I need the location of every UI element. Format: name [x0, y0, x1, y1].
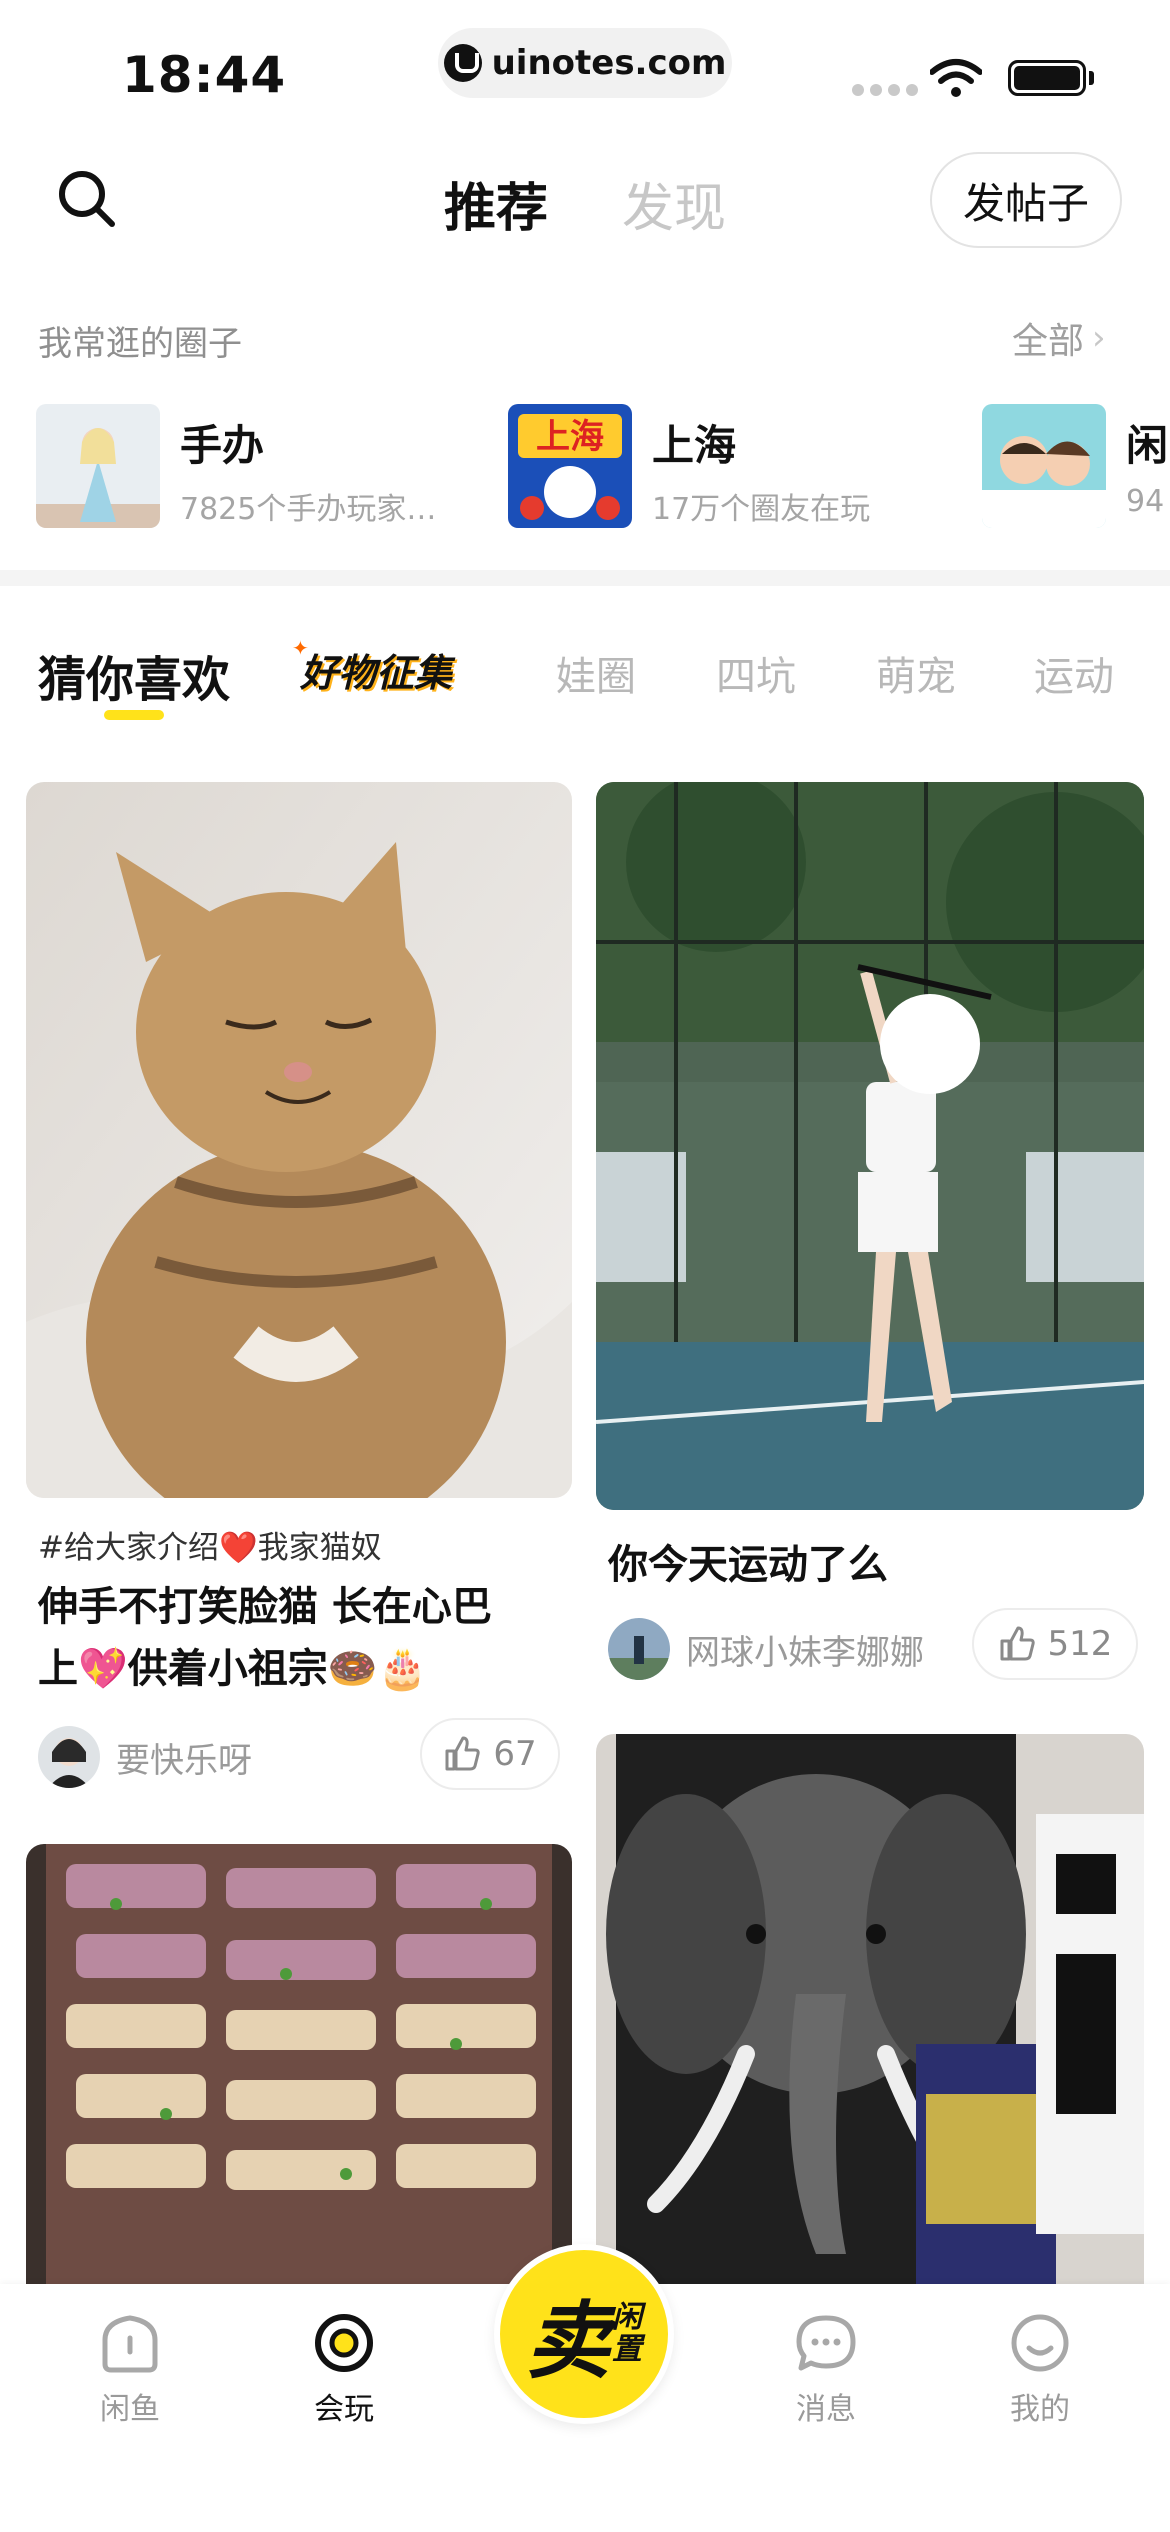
card-author[interactable]: 要快乐呀 — [38, 1726, 252, 1788]
like-count: 512 — [1047, 1624, 1113, 1664]
card-image-cat — [26, 782, 572, 1498]
card-title: 伸手不打笑脸猫 长在心巴 上💖供着小祖宗🍩🎂 — [38, 1576, 568, 1700]
url-text: uinotes.com — [491, 43, 727, 83]
circle-sub: 17万个圈友在玩 — [652, 492, 871, 527]
site-logo-icon — [443, 44, 482, 82]
status-time: 18:44 — [122, 46, 287, 104]
circle-sub: 7825个手办玩家… — [180, 492, 437, 527]
sell-side-char: 闲 — [612, 2300, 642, 2335]
circle-thumb-figure — [36, 404, 160, 528]
circle-thumb-couple — [982, 404, 1106, 528]
card-topic-tag[interactable]: #给大家介绍❤️我家猫奴 — [38, 1522, 382, 1567]
feed-card[interactable] — [26, 1844, 572, 2344]
target-icon — [315, 2314, 373, 2372]
circle-name: 闲 — [1126, 421, 1169, 470]
avatar — [38, 1726, 100, 1788]
nav-item-messages[interactable]: 消息 — [766, 2310, 886, 2428]
sell-button[interactable]: 卖 闲 置 — [494, 2244, 674, 2424]
like-button[interactable]: 512 — [972, 1608, 1138, 1680]
tab-category[interactable]: 运动 — [1034, 644, 1114, 702]
url-pill[interactable]: uinotes.com — [438, 28, 732, 98]
circles-section-title: 我常逛的圈子 — [38, 324, 242, 364]
nav-item-play[interactable]: 会玩 — [284, 2310, 404, 2428]
card-title-line: 上💖供着小祖宗🍩🎂 — [38, 1646, 428, 1692]
battery-icon — [1008, 60, 1086, 96]
status-bar: 18:44 uinotes.com — [0, 0, 1170, 120]
thumbs-up-icon — [1000, 1626, 1035, 1661]
tab-category[interactable]: 娃圈 — [556, 644, 636, 702]
category-tabs: 猜你喜欢 ✦ 好物征集 娃圈 四坑 萌宠 运动 — [0, 630, 1170, 730]
message-icon — [796, 2315, 856, 2371]
thumbs-up-icon — [445, 1736, 481, 1771]
svg-text:上海: 上海 — [536, 417, 604, 457]
top-header: 推荐 发现 发帖子 — [0, 140, 1170, 260]
tab-recommend[interactable]: 推荐 — [444, 166, 548, 241]
card-title-line: 你今天运动了么 — [608, 1542, 888, 1588]
circle-name: 手办 — [180, 421, 265, 470]
bottom-navigation: 闲鱼 会玩 卖 闲 置 消息 我的 — [0, 2244, 1170, 2532]
feed-card[interactable]: #给大家介绍❤️我家猫奴 伸手不打笑脸猫 长在心巴 上💖供着小祖宗🍩🎂 要快乐呀… — [26, 782, 572, 1802]
card-image-tennis — [596, 782, 1144, 1510]
tab-category[interactable]: 四坑 — [716, 644, 796, 702]
circles-row: 手办 7825个手办玩家… 上海 上海 17万个圈友在玩 闲 94 — [0, 404, 1170, 534]
tab-guess-you-like[interactable]: 猜你喜欢 — [38, 640, 230, 710]
all-link-label: 全部 — [1012, 321, 1085, 362]
nav-item-home[interactable]: 闲鱼 — [70, 2310, 190, 2428]
post-button[interactable]: 发帖子 — [930, 152, 1122, 248]
circle-name: 上海 — [652, 421, 737, 470]
nav-label: 闲鱼 — [100, 2392, 160, 2427]
home-icon — [102, 2315, 158, 2373]
author-name: 网球小妹李娜娜 — [686, 1632, 924, 1673]
nav-label: 我的 — [1010, 2392, 1070, 2427]
chevron-right-icon: › — [1092, 318, 1106, 358]
circle-item-figures[interactable]: 手办 7825个手办玩家… — [36, 404, 476, 530]
like-button[interactable]: 67 — [420, 1718, 560, 1790]
circle-item-shanghai[interactable]: 上海 上海 17万个圈友在玩 — [508, 404, 948, 530]
all-circles-link[interactable]: 全部 › — [1012, 312, 1106, 364]
battery-cap — [1089, 71, 1094, 85]
circle-thumb-shanghai: 上海 — [508, 404, 632, 528]
tab-category[interactable]: 萌宠 — [876, 644, 956, 702]
sell-side-char: 置 — [612, 2332, 642, 2367]
feed-card[interactable]: 你今天运动了么 网球小妹李娜娜 512 — [596, 782, 1144, 1702]
sell-main-label: 卖 — [525, 2291, 610, 2390]
circle-sub: 94 — [1126, 484, 1165, 519]
section-divider — [0, 570, 1170, 586]
card-author[interactable]: 网球小妹李娜娜 — [608, 1618, 924, 1680]
cellular-signal-icon — [852, 84, 918, 96]
circle-item-third[interactable]: 闲 94 — [982, 404, 1170, 530]
card-title: 你今天运动了么 — [608, 1534, 1138, 1596]
nav-item-me[interactable]: 我的 — [980, 2310, 1100, 2428]
face-icon — [1011, 2314, 1069, 2372]
card-image-food — [26, 1844, 572, 2344]
like-count: 67 — [493, 1734, 537, 1774]
sell-side-label: 闲 置 — [612, 2302, 642, 2366]
wifi-icon — [930, 59, 982, 97]
tab-promo[interactable]: 好物征集 — [300, 642, 452, 697]
search-icon[interactable] — [52, 164, 122, 234]
avatar — [608, 1618, 670, 1680]
card-image-elephant — [596, 1734, 1144, 2314]
feed-card[interactable] — [596, 1734, 1144, 2314]
active-tab-indicator — [104, 710, 164, 720]
nav-label: 会玩 — [314, 2392, 374, 2427]
tab-discover[interactable]: 发现 — [622, 166, 726, 241]
author-name: 要快乐呀 — [116, 1740, 252, 1781]
nav-label: 消息 — [796, 2392, 856, 2427]
card-title-line: 伸手不打笑脸猫 长在心巴 — [38, 1584, 492, 1630]
